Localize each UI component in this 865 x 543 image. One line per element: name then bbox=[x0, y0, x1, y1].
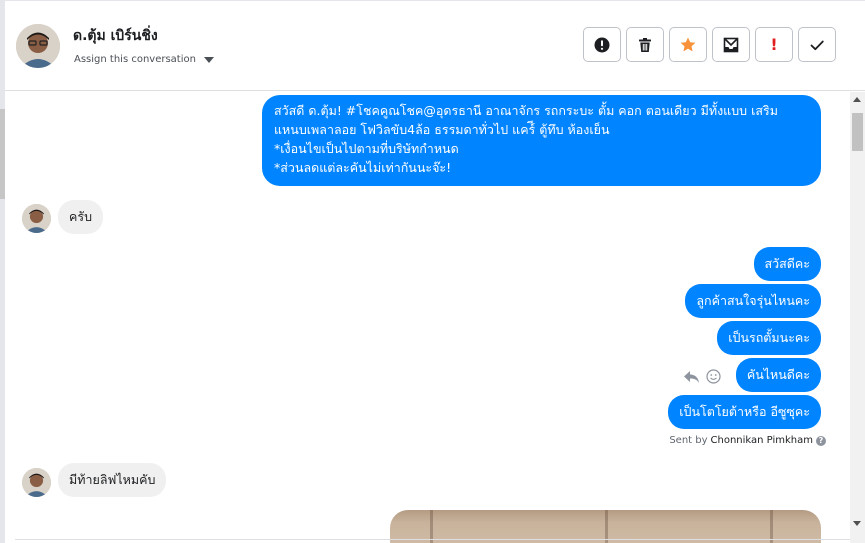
done-button[interactable] bbox=[798, 27, 836, 62]
composer-divider bbox=[15, 539, 850, 540]
message-hover-actions bbox=[683, 369, 721, 384]
sent-by-prefix: Sent by bbox=[669, 435, 708, 446]
conversation-actions: ! bbox=[583, 27, 836, 62]
envelope-icon bbox=[723, 37, 739, 52]
alert-circle-icon bbox=[594, 37, 610, 52]
reply-icon[interactable] bbox=[683, 370, 700, 384]
exclamation-icon: ! bbox=[770, 35, 778, 54]
incoming-message[interactable]: มีท้ายลิฟไหมคับ bbox=[58, 463, 167, 497]
conversation-panel: ด.ตุ้ม เบิร์นชิ่ง Assign this conversati… bbox=[0, 0, 865, 543]
side-scrollbar-thumb[interactable] bbox=[0, 109, 5, 199]
outgoing-message[interactable]: คันไหนดีคะ bbox=[735, 358, 821, 392]
trash-icon bbox=[639, 37, 651, 52]
scroll-up-arrow-icon[interactable] bbox=[853, 97, 861, 102]
incoming-message[interactable]: ครับ bbox=[58, 200, 104, 234]
follow-up-button[interactable]: ! bbox=[755, 27, 793, 62]
caret-down-icon bbox=[203, 56, 214, 63]
message-line: *เงื่อนไขเป็นไปตามที่บริษัทกำหนด bbox=[274, 141, 459, 156]
conversation-header: ด.ตุ้ม เบิร์นชิ่ง Assign this conversati… bbox=[5, 1, 865, 91]
checkmark-icon bbox=[810, 40, 824, 50]
outgoing-message-greeting[interactable]: สวัสดี ด.ตุ้ม! #โชคคูณโชค@อุดรธานี อาณาจ… bbox=[262, 95, 821, 186]
star-icon bbox=[680, 37, 696, 51]
message-thread[interactable]: สวัสดี ด.ตุ้ม! #โชคคูณโชค@อุดรธานี อาณาจ… bbox=[5, 92, 850, 543]
outgoing-message[interactable]: ลูกค้าสนใจรุ่นไหนคะ bbox=[685, 284, 821, 318]
assign-label: Assign this conversation bbox=[74, 54, 196, 65]
spam-button[interactable] bbox=[583, 27, 621, 62]
contact-name: ด.ตุ้ม เบิร์นชิ่ง bbox=[73, 28, 158, 44]
assign-conversation-dropdown[interactable]: Assign this conversation bbox=[74, 54, 214, 65]
star-button[interactable] bbox=[669, 27, 707, 62]
sent-by-label: Sent by Chonnikan Pimkham ? bbox=[669, 435, 826, 446]
contact-avatar-small bbox=[22, 204, 51, 233]
help-icon[interactable]: ? bbox=[816, 435, 826, 446]
contact-avatar-small bbox=[22, 468, 51, 497]
mark-unread-button[interactable] bbox=[712, 27, 750, 62]
message-line: *ส่วนลดแต่ละคันไม่เท่ากันนะจ๊ะ! bbox=[274, 160, 452, 175]
message-line: แหนบเพลาลอย โฟวิลขับ4ล้อ ธรรมดาทั่วไป แค… bbox=[274, 122, 610, 137]
outgoing-message[interactable]: เป็นรถตั้มนะคะ bbox=[717, 321, 821, 355]
sent-by-name: Chonnikan Pimkham bbox=[710, 435, 813, 446]
outgoing-message[interactable]: เป็นโตโยต้าหรือ อีซูซุคะ bbox=[668, 395, 821, 429]
contact-avatar[interactable] bbox=[16, 24, 60, 68]
scroll-down-arrow-icon[interactable] bbox=[853, 521, 861, 526]
outgoing-message[interactable]: สวัสดีคะ bbox=[753, 247, 821, 281]
emoji-react-icon[interactable] bbox=[706, 369, 721, 384]
delete-button[interactable] bbox=[626, 27, 664, 62]
message-line: สวัสดี ด.ตุ้ม! #โชคคูณโชค@อุดรธานี อาณาจ… bbox=[274, 103, 778, 118]
thread-scrollbar[interactable] bbox=[850, 92, 865, 543]
scrollbar-thumb[interactable] bbox=[852, 113, 863, 151]
